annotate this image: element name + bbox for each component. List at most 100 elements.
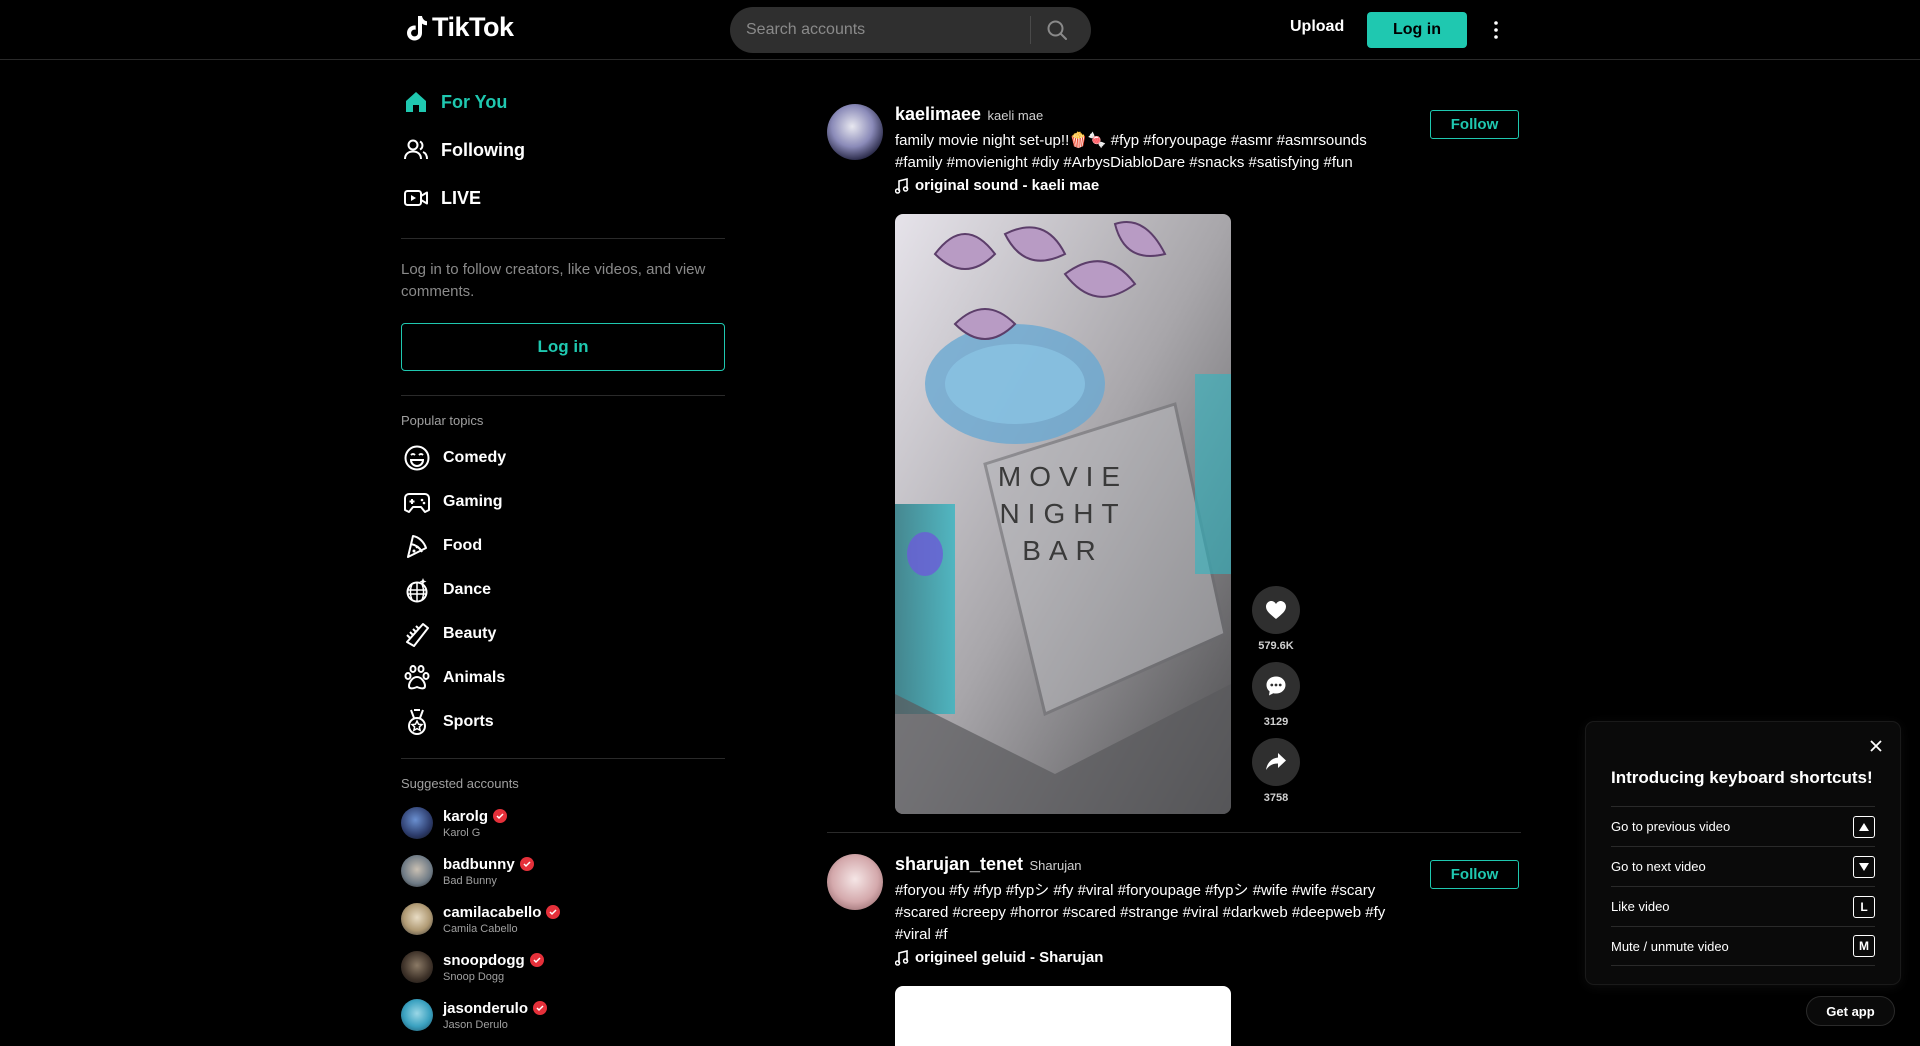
comment-icon — [1266, 676, 1286, 696]
music-label: origineel geluid - Sharujan — [915, 949, 1104, 966]
account-username: snoopdogg — [443, 951, 525, 969]
beauty-icon — [406, 623, 429, 647]
comment-button[interactable] — [1252, 662, 1300, 710]
suggested-account[interactable]: jasonderulo Jason Derulo — [401, 991, 725, 1039]
nav-for-you[interactable]: For You — [401, 78, 725, 126]
like-button[interactable] — [1252, 586, 1300, 634]
sidebar: For You Following LIVE Log in to follow … — [401, 60, 725, 1040]
suggested-account[interactable]: snoopdogg Snoop Dogg — [401, 943, 725, 991]
suggested-account[interactable]: karolg Karol G — [401, 799, 725, 847]
topic-label: Animals — [443, 669, 506, 686]
shortcut-row: Like video L — [1611, 886, 1875, 926]
account-username: camilacabello — [443, 903, 542, 921]
video-player[interactable]: MOVIE NIGHT BAR — [895, 214, 1231, 814]
music-note-icon — [895, 949, 909, 966]
verified-badge-icon — [493, 809, 508, 823]
shortcut-label: Like video — [1611, 899, 1670, 914]
nav-label: For You — [441, 91, 508, 112]
search-input[interactable] — [730, 21, 1030, 39]
account-username: jasonderulo — [443, 999, 529, 1017]
account-display-name: Jason Derulo — [443, 1018, 508, 1031]
shortcut-row: Go to next video — [1611, 846, 1875, 886]
post-username[interactable]: sharujan_tenet — [895, 854, 1023, 874]
topic-label: Sports — [443, 713, 494, 730]
shortcut-label: Go to previous video — [1611, 819, 1731, 834]
top-header: TikTok Upload Log in — [0, 0, 1920, 60]
verified-badge-icon — [546, 905, 561, 919]
close-button[interactable] — [1868, 738, 1884, 754]
shortcut-label: Go to next video — [1611, 859, 1706, 874]
login-hint-text: Log in to follow creators, like videos, … — [401, 261, 706, 300]
logo-text: TikTok — [432, 12, 514, 42]
search-button[interactable] — [1031, 7, 1083, 53]
account-display-name: Camila Cabello — [443, 922, 518, 935]
avatar[interactable] — [827, 104, 883, 160]
heart-icon — [1266, 601, 1286, 619]
topic-sports[interactable]: Sports — [401, 700, 725, 744]
arrow-down-key-icon — [1853, 855, 1875, 878]
people-icon — [404, 139, 428, 160]
post-display-name: Sharujan — [1029, 858, 1082, 873]
popup-title: Introducing keyboard shortcuts! — [1611, 768, 1873, 787]
topic-animals[interactable]: Animals — [401, 656, 725, 700]
tiktok-note-icon — [407, 15, 427, 40]
music-note-icon — [895, 177, 909, 194]
sidebar-login-button[interactable]: Log in — [401, 323, 725, 371]
post-music[interactable]: original sound - kaeli mae — [895, 177, 1415, 194]
popular-topics-title: Popular topics — [401, 413, 484, 428]
get-app-button[interactable]: Get app — [1806, 996, 1895, 1026]
comment-action[interactable]: 3129 — [1251, 662, 1301, 728]
more-menu-button[interactable] — [1490, 16, 1502, 44]
avatar[interactable] — [827, 854, 883, 910]
like-count: 579.6K — [1258, 640, 1294, 652]
sports-icon — [408, 709, 426, 735]
share-count: 3758 — [1263, 792, 1289, 804]
video-overlay-text: BAR — [1022, 535, 1104, 566]
suggested-account[interactable]: badbunny Bad Bunny — [401, 847, 725, 895]
post-divider — [827, 832, 1521, 833]
share-button[interactable] — [1252, 738, 1300, 786]
dance-icon — [406, 578, 428, 603]
follow-button[interactable]: Follow — [1430, 860, 1519, 889]
avatar — [401, 951, 433, 983]
topic-label: Comedy — [443, 449, 507, 466]
upload-link[interactable]: Upload — [1290, 18, 1344, 36]
keyboard-shortcuts-popup: Introducing keyboard shortcuts! Go to pr… — [1586, 722, 1900, 984]
topic-label: Food — [443, 537, 483, 554]
account-display-name: Bad Bunny — [443, 874, 497, 887]
topic-label: Beauty — [443, 625, 497, 642]
topic-dance[interactable]: Dance — [401, 568, 725, 612]
account-username: badbunny — [443, 855, 515, 873]
topic-gaming[interactable]: Gaming — [401, 480, 725, 524]
nav-following[interactable]: Following — [401, 126, 725, 174]
post-caption: #foryou #fy #fyp #fypシ #fy #viral #foryo… — [895, 882, 1386, 943]
key-l: L — [1853, 895, 1875, 918]
like-action[interactable]: 579.6K — [1251, 586, 1301, 652]
topic-comedy[interactable]: Comedy — [401, 436, 725, 480]
arrow-up-key-icon — [1853, 815, 1875, 838]
tiktok-logo[interactable]: TikTok — [404, 12, 514, 43]
suggested-account[interactable]: camilacabello Camila Cabello — [401, 895, 725, 943]
video-overlay-text: NIGHT — [999, 498, 1126, 529]
share-action[interactable]: 3758 — [1251, 738, 1301, 804]
avatar — [401, 807, 433, 839]
account-display-name: Snoop Dogg — [443, 970, 505, 983]
post-username[interactable]: kaelimaee — [895, 104, 981, 124]
post-display-name: kaeli mae — [987, 108, 1044, 123]
animals-icon — [404, 665, 430, 690]
divider — [401, 758, 725, 759]
account-display-name: Karol G — [443, 826, 481, 839]
suggested-accounts-title: Suggested accounts — [401, 776, 519, 791]
topic-beauty[interactable]: Beauty — [401, 612, 725, 656]
topic-food[interactable]: Food — [401, 524, 725, 568]
nav-live[interactable]: LIVE — [401, 174, 725, 222]
divider — [401, 238, 725, 239]
account-username: karolg — [443, 807, 489, 825]
post-music[interactable]: origineel geluid - Sharujan — [895, 949, 1415, 966]
comment-count: 3129 — [1263, 716, 1289, 728]
follow-button[interactable]: Follow — [1430, 110, 1519, 139]
header-login-button[interactable]: Log in — [1367, 12, 1467, 48]
video-player[interactable] — [895, 986, 1231, 1046]
video-post: kaelimaee kaeli mae family movie night s… — [827, 104, 1521, 824]
avatar — [401, 903, 433, 935]
